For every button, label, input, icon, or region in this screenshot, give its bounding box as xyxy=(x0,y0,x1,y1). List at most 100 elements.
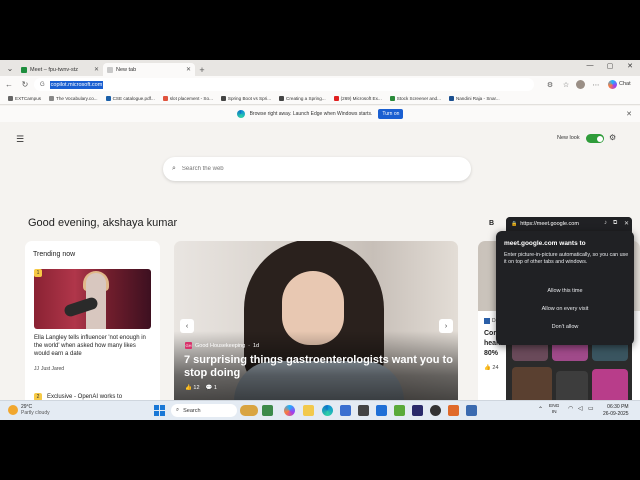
turn-on-button[interactable]: Turn on xyxy=(378,109,404,119)
search-label: Search xyxy=(183,407,201,414)
volume-icon[interactable]: ◁ xyxy=(578,406,583,412)
profile-avatar[interactable] xyxy=(576,80,585,89)
web-search-box[interactable]: ⌕ xyxy=(163,157,471,181)
tab-meet[interactable]: Meet – fpu-twnv-stz ✕ xyxy=(17,63,103,76)
tab-actions-icon[interactable]: ⌄ xyxy=(3,62,17,74)
menu-icon[interactable]: ☰ xyxy=(16,134,24,145)
tab-label: New tab xyxy=(116,66,137,73)
meet-favicon-icon xyxy=(21,66,27,73)
startup-notification-bar: Browse right away. Launch Edge when Wind… xyxy=(0,106,640,122)
dont-allow-button[interactable]: Don't allow xyxy=(496,324,634,330)
notification-text: Browse right away. Launch Edge when Wind… xyxy=(249,111,373,117)
app-icon[interactable] xyxy=(358,405,369,416)
bookmark-favicon-icon xyxy=(105,96,111,101)
allow-this-time-button[interactable]: Allow this time xyxy=(496,288,634,294)
new-look-label: New look xyxy=(557,135,580,141)
url-text: copilot.microsoft.com xyxy=(49,80,104,89)
hero-meta: 👍 12 💬 1 xyxy=(185,385,217,391)
new-look-toggle[interactable] xyxy=(586,134,604,143)
new-tab-favicon-icon xyxy=(107,66,113,73)
search-input[interactable] xyxy=(181,166,442,172)
battery-icon[interactable]: ▭ xyxy=(588,406,594,412)
bookmark-item[interactable]: Spring Boot vs Spri... xyxy=(220,96,271,101)
previous-arrow-icon[interactable]: ‹ xyxy=(180,319,194,333)
close-window-icon[interactable]: ✕ xyxy=(620,62,640,70)
bookmarks-bar: EXTCampus The Vocabulary.co... CSE catal… xyxy=(0,93,640,105)
url-input[interactable]: G copilot.microsoft.com xyxy=(34,78,534,91)
back-icon[interactable]: ← xyxy=(2,78,16,92)
extensions-icon[interactable]: ⚙ xyxy=(544,78,556,91)
trending-headline[interactable]: Ella Langley tells influencer 'not enoug… xyxy=(34,334,152,358)
section-fragment: B xyxy=(489,220,495,227)
rank-badge: 1 xyxy=(34,269,42,277)
clock[interactable]: 06:30 PM 26-09-2025 xyxy=(603,404,629,417)
edge-logo-icon xyxy=(236,110,245,118)
weather-widget[interactable]: 29°C Partly cloudy xyxy=(8,404,50,416)
bookmark-item[interactable]: EXTCampus xyxy=(8,96,41,101)
close-icon[interactable]: ✕ xyxy=(624,220,629,227)
bookmark-favicon-icon xyxy=(333,96,339,101)
hero-source: GH Good Housekeeping · 1d xyxy=(185,342,260,349)
weather-sun-icon xyxy=(8,405,18,415)
app-icon[interactable] xyxy=(448,405,459,416)
tab-new-tab[interactable]: New tab ✕ xyxy=(103,63,195,76)
close-icon[interactable]: ✕ xyxy=(626,110,632,118)
hero-story-card[interactable]: ‹ › GH Good Housekeeping · 1d 7 surprisi… xyxy=(174,241,458,420)
taskbar: 29°C Partly cloudy ⌕ Search ⌃ ENG IN ◠ ◁… xyxy=(0,400,640,420)
next-arrow-icon[interactable]: › xyxy=(439,319,453,333)
settings-gear-icon[interactable]: ⚙ xyxy=(609,133,616,142)
edge-app-icon[interactable] xyxy=(322,405,333,416)
chat-label: Chat xyxy=(619,81,631,87)
trending-image[interactable] xyxy=(34,269,151,329)
mic-icon[interactable]: ♪ xyxy=(604,220,607,226)
allow-every-visit-button[interactable]: Allow on every visit xyxy=(496,306,634,312)
bookmark-favicon-icon xyxy=(220,96,226,101)
copilot-app-icon[interactable] xyxy=(284,405,295,416)
bookmark-item[interactable]: (269) Microsoft Ex... xyxy=(333,96,382,101)
widgets-icon[interactable] xyxy=(240,405,258,416)
more-icon[interactable]: ⋯ xyxy=(590,78,602,91)
trending-card[interactable]: Trending now 1 Ella Langley tells influe… xyxy=(25,241,160,420)
bookmark-item[interactable]: Nandini Raja - Snar... xyxy=(448,96,500,101)
back-to-tab-icon[interactable]: ⧉ xyxy=(613,220,617,227)
address-bar: ← ↻ G copilot.microsoft.com ⚙ ☆ ⋯ xyxy=(0,76,640,93)
bookmark-item[interactable]: slot placement - So... xyxy=(162,96,213,101)
hero-title[interactable]: 7 surprising things gastroenterologists … xyxy=(184,354,454,380)
file-explorer-icon[interactable] xyxy=(303,405,314,416)
language-indicator[interactable]: ENG IN xyxy=(549,404,559,416)
comment-button[interactable]: 💬 1 xyxy=(206,385,217,391)
dialog-body: Enter picture-in-picture automatically, … xyxy=(504,252,629,265)
app-icon[interactable] xyxy=(412,405,423,416)
pip-url: https://meet.google.com xyxy=(520,221,579,227)
github-icon[interactable] xyxy=(430,405,441,416)
new-tab-button[interactable]: + xyxy=(195,63,209,76)
close-icon[interactable]: ✕ xyxy=(94,66,99,73)
good-housekeeping-logo-icon: GH xyxy=(185,342,192,349)
wifi-icon[interactable]: ◠ xyxy=(568,406,573,412)
minimize-icon[interactable]: — xyxy=(580,62,600,69)
app-icon[interactable] xyxy=(466,405,477,416)
bookmark-item[interactable]: Stock Screener and... xyxy=(389,96,441,101)
bookmark-item[interactable]: CSE catalogue.pdf... xyxy=(105,96,155,101)
bookmark-item[interactable]: The Vocabulary.co... xyxy=(49,96,98,101)
favorites-icon[interactable]: ☆ xyxy=(560,78,572,91)
bookmark-item[interactable]: Creating a Spring... xyxy=(279,96,326,101)
refresh-icon[interactable]: ↻ xyxy=(18,78,32,92)
pip-permission-dialog: meet.google.com wants to Enter picture-i… xyxy=(496,231,634,345)
store-icon[interactable] xyxy=(340,405,351,416)
time: 06:30 PM xyxy=(607,404,629,410)
lock-icon: 🔒 xyxy=(511,221,518,227)
taskbar-search[interactable]: ⌕ Search xyxy=(171,404,237,417)
windows-start-icon[interactable] xyxy=(154,405,165,416)
xbox-icon[interactable] xyxy=(394,405,405,416)
lang-sub: IN xyxy=(551,410,557,415)
maximize-icon[interactable]: ▢ xyxy=(600,62,620,70)
vscode-icon[interactable] xyxy=(376,405,387,416)
chat-button[interactable]: Chat xyxy=(608,78,631,90)
like-button[interactable]: 👍 12 xyxy=(185,385,200,391)
app-icon[interactable] xyxy=(262,405,273,416)
close-icon[interactable]: ✕ xyxy=(186,66,191,73)
separator: · xyxy=(248,342,250,349)
tray-overflow-icon[interactable]: ⌃ xyxy=(538,407,543,413)
like-button[interactable]: 👍 24 xyxy=(484,365,499,371)
